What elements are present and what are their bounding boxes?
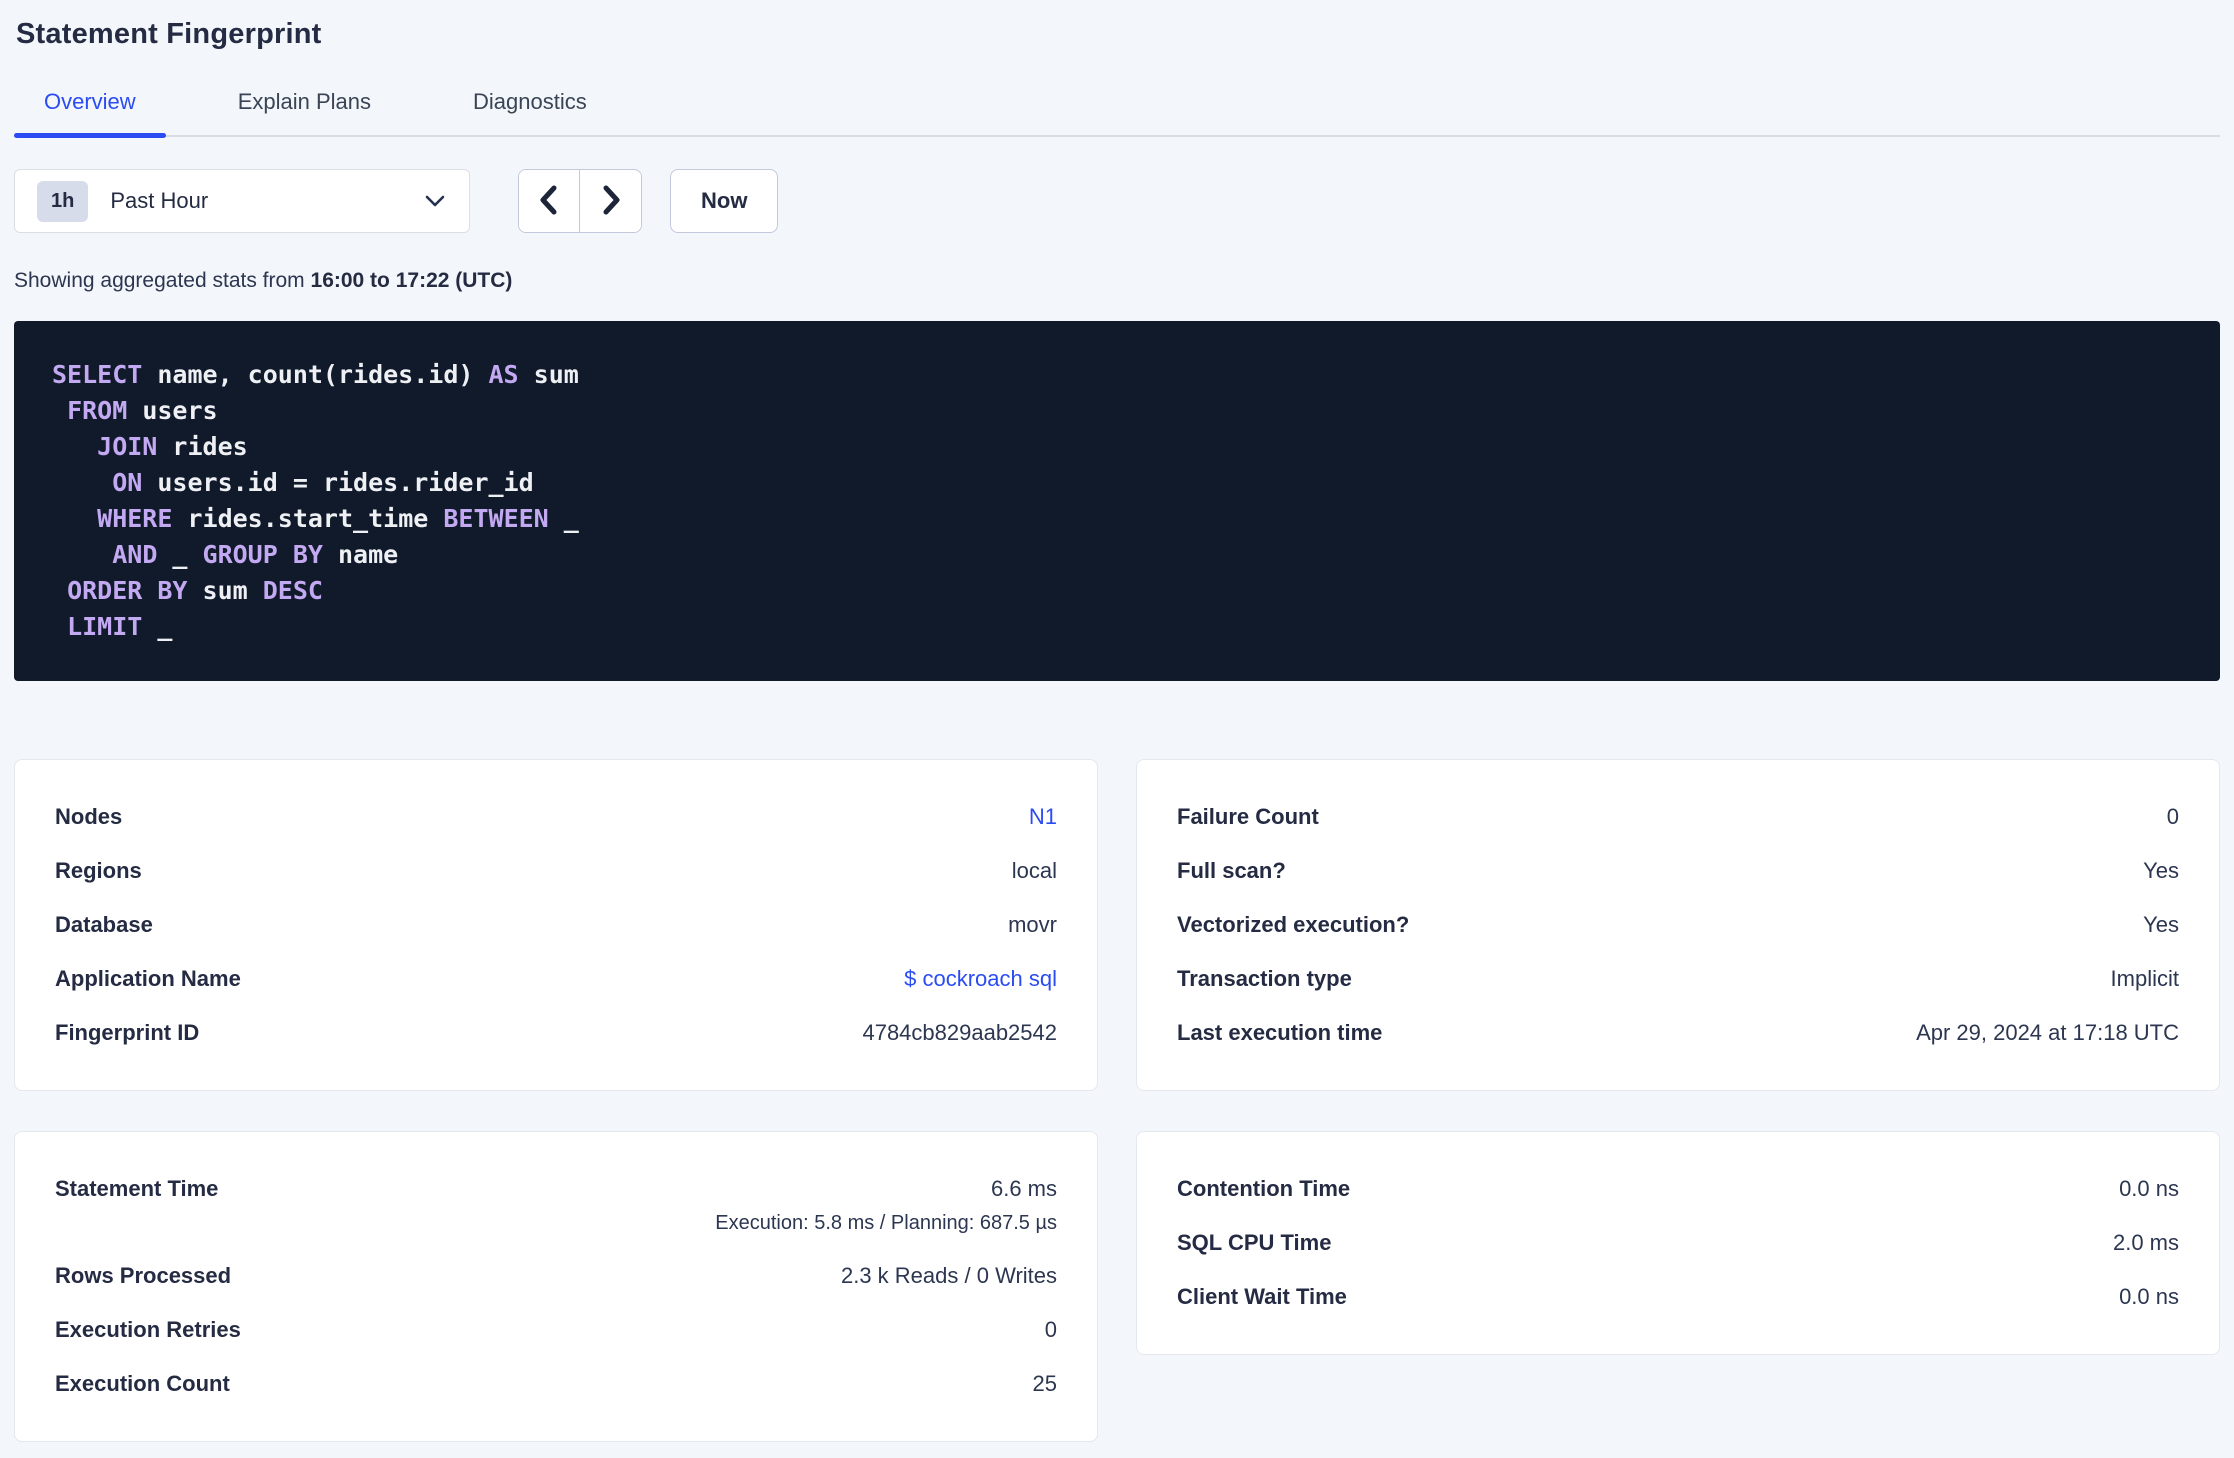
- card-row: Transaction type Implicit: [1177, 952, 2179, 1006]
- row-label: Database: [55, 912, 153, 937]
- card-row: Vectorized execution? Yes: [1177, 898, 2179, 952]
- card-row: Client Wait Time 0.0 ns: [1177, 1270, 2179, 1324]
- chevron-left-icon: [535, 182, 563, 221]
- sql-line: ORDER BY sum DESC: [67, 576, 323, 605]
- card-stats-right: Contention Time 0.0 ns SQL CPU Time 2.0 ms C…: [1136, 1131, 2220, 1355]
- row-label: Client Wait Time: [1177, 1284, 1347, 1309]
- row-value: N1: [1029, 804, 1057, 830]
- sql-statement: SELECT name, count(rides.id) AS sum FROM…: [14, 321, 2220, 681]
- row-label: SQL CPU Time: [1177, 1230, 1332, 1255]
- row-label: Execution Retries: [55, 1317, 241, 1342]
- card-row: Contention Time 0.0 ns: [1177, 1162, 2179, 1216]
- row-value: 4784cb829aab2542: [862, 1020, 1057, 1045]
- card-details-right: Failure Count 0 Full scan? Yes Vectorized ex…: [1136, 759, 2220, 1091]
- row-value: 2.3 k Reads / 0 Writes: [840, 1263, 1057, 1288]
- row-label: Full scan?: [1177, 858, 1286, 883]
- page-title: Statement Fingerprint: [16, 18, 322, 50]
- card-row: Application Name $ cockroach sql: [55, 952, 1057, 1006]
- row-value: 25: [1032, 1371, 1057, 1396]
- sql-line: WHERE rides.start_time BETWEEN _: [97, 504, 579, 533]
- time-controls: 1h Past Hour Now: [14, 169, 2220, 233]
- row-label: Statement Time: [55, 1176, 219, 1201]
- row-value: 0.0 ns: [2119, 1176, 2179, 1201]
- sql-line: AND _ GROUP BY name: [112, 540, 399, 569]
- time-interval-badge: 1h: [37, 180, 89, 222]
- card-row: Execution Retries 0: [55, 1303, 1057, 1357]
- next-time-button[interactable]: [580, 170, 641, 232]
- sql-line: ON users.id = rides.rider_id: [112, 468, 534, 497]
- card-details-left: Nodes N1 Regions local Database movr Applicati…: [14, 759, 1098, 1091]
- card-row: Last execution time Apr 29, 2024 at 17:18…: [1177, 1006, 2179, 1060]
- card-row: Nodes N1: [55, 790, 1057, 844]
- card-row: SQL CPU Time 2.0 ms: [1177, 1216, 2179, 1270]
- row-value: 0: [1044, 1317, 1057, 1342]
- row-value: 2.0 ms: [2112, 1230, 2179, 1255]
- previous-time-button[interactable]: [519, 170, 580, 232]
- statement-fingerprint-page: Statement Fingerprint Overview Explain Pl…: [0, 0, 2234, 1442]
- row-subvalue: Execution: 5.8 ms / Planning: 687.5 µs: [715, 1212, 1057, 1234]
- value-link[interactable]: $ cockroach sql: [904, 966, 1057, 991]
- row-value: 0.0 ns: [2119, 1284, 2179, 1309]
- row-value: Implicit: [2110, 966, 2179, 991]
- aggregation-range-text: Showing aggregated stats from 16:00 to 1…: [14, 269, 513, 292]
- time-range-label: Past Hour: [110, 188, 209, 213]
- card-row: Rows Processed 2.3 k Reads / 0 Writes: [55, 1249, 1057, 1303]
- row-label: Application Name: [55, 966, 241, 991]
- row-value: 6.6 ms Execution: 5.8 ms / Planning: 687.…: [715, 1176, 1057, 1234]
- tab-overview[interactable]: Overview: [14, 83, 166, 138]
- row-label: Failure Count: [1177, 804, 1319, 829]
- row-value: Apr 29, 2024 at 17:18 UTC: [1916, 1020, 2179, 1045]
- card-row: Execution Count 25: [55, 1357, 1057, 1411]
- card-row: Failure Count 0: [1177, 790, 2179, 844]
- row-label: Last execution time: [1177, 1020, 1383, 1045]
- row-value: movr: [1008, 912, 1057, 937]
- time-range-dropdown[interactable]: 1h Past Hour: [14, 169, 470, 233]
- row-label: Fingerprint ID: [55, 1020, 200, 1045]
- aggregation-range-bold: 16:00 to 17:22 (UTC): [310, 269, 513, 292]
- row-value: $ cockroach sql: [904, 966, 1057, 992]
- row-label: Nodes: [55, 804, 123, 829]
- tab-diagnostics[interactable]: Diagnostics: [443, 83, 617, 135]
- row-label: Rows Processed: [55, 1263, 232, 1288]
- card-row: Regions local: [55, 844, 1057, 898]
- chevron-down-icon: [423, 193, 447, 209]
- card-row: Fingerprint ID 4784cb829aab2542: [55, 1006, 1057, 1060]
- row-label: Transaction type: [1177, 966, 1352, 991]
- card-row: Statement Time 6.6 ms Execution: 5.8 ms / …: [55, 1162, 1057, 1249]
- value-link[interactable]: N1: [1029, 804, 1057, 829]
- row-value: local: [1011, 858, 1057, 883]
- sql-line: SELECT name, count(rides.id) AS sum: [52, 360, 579, 389]
- sql-line: JOIN rides: [97, 432, 248, 461]
- now-button[interactable]: Now: [670, 169, 779, 233]
- row-value: Yes: [2143, 912, 2179, 937]
- sql-line: LIMIT _: [67, 612, 173, 641]
- row-label: Vectorized execution?: [1177, 912, 1410, 937]
- card-row: Full scan? Yes: [1177, 844, 2179, 898]
- row-label: Regions: [55, 858, 142, 883]
- card-stats-left: Statement Time 6.6 ms Execution: 5.8 ms / …: [14, 1131, 1098, 1442]
- tab-explain-plans[interactable]: Explain Plans: [208, 83, 401, 135]
- summary-cards: Nodes N1 Regions local Database movr Applicati…: [14, 759, 2220, 1442]
- row-value: 0: [2166, 804, 2179, 829]
- sql-line: FROM users: [67, 396, 218, 425]
- row-label: Execution Count: [55, 1371, 230, 1396]
- row-label: Contention Time: [1177, 1176, 1351, 1201]
- time-step-buttons: [518, 169, 642, 233]
- card-row: Database movr: [55, 898, 1057, 952]
- chevron-right-icon: [597, 182, 625, 221]
- tab-bar: Overview Explain Plans Diagnostics: [14, 83, 2220, 138]
- row-value: Yes: [2143, 858, 2179, 883]
